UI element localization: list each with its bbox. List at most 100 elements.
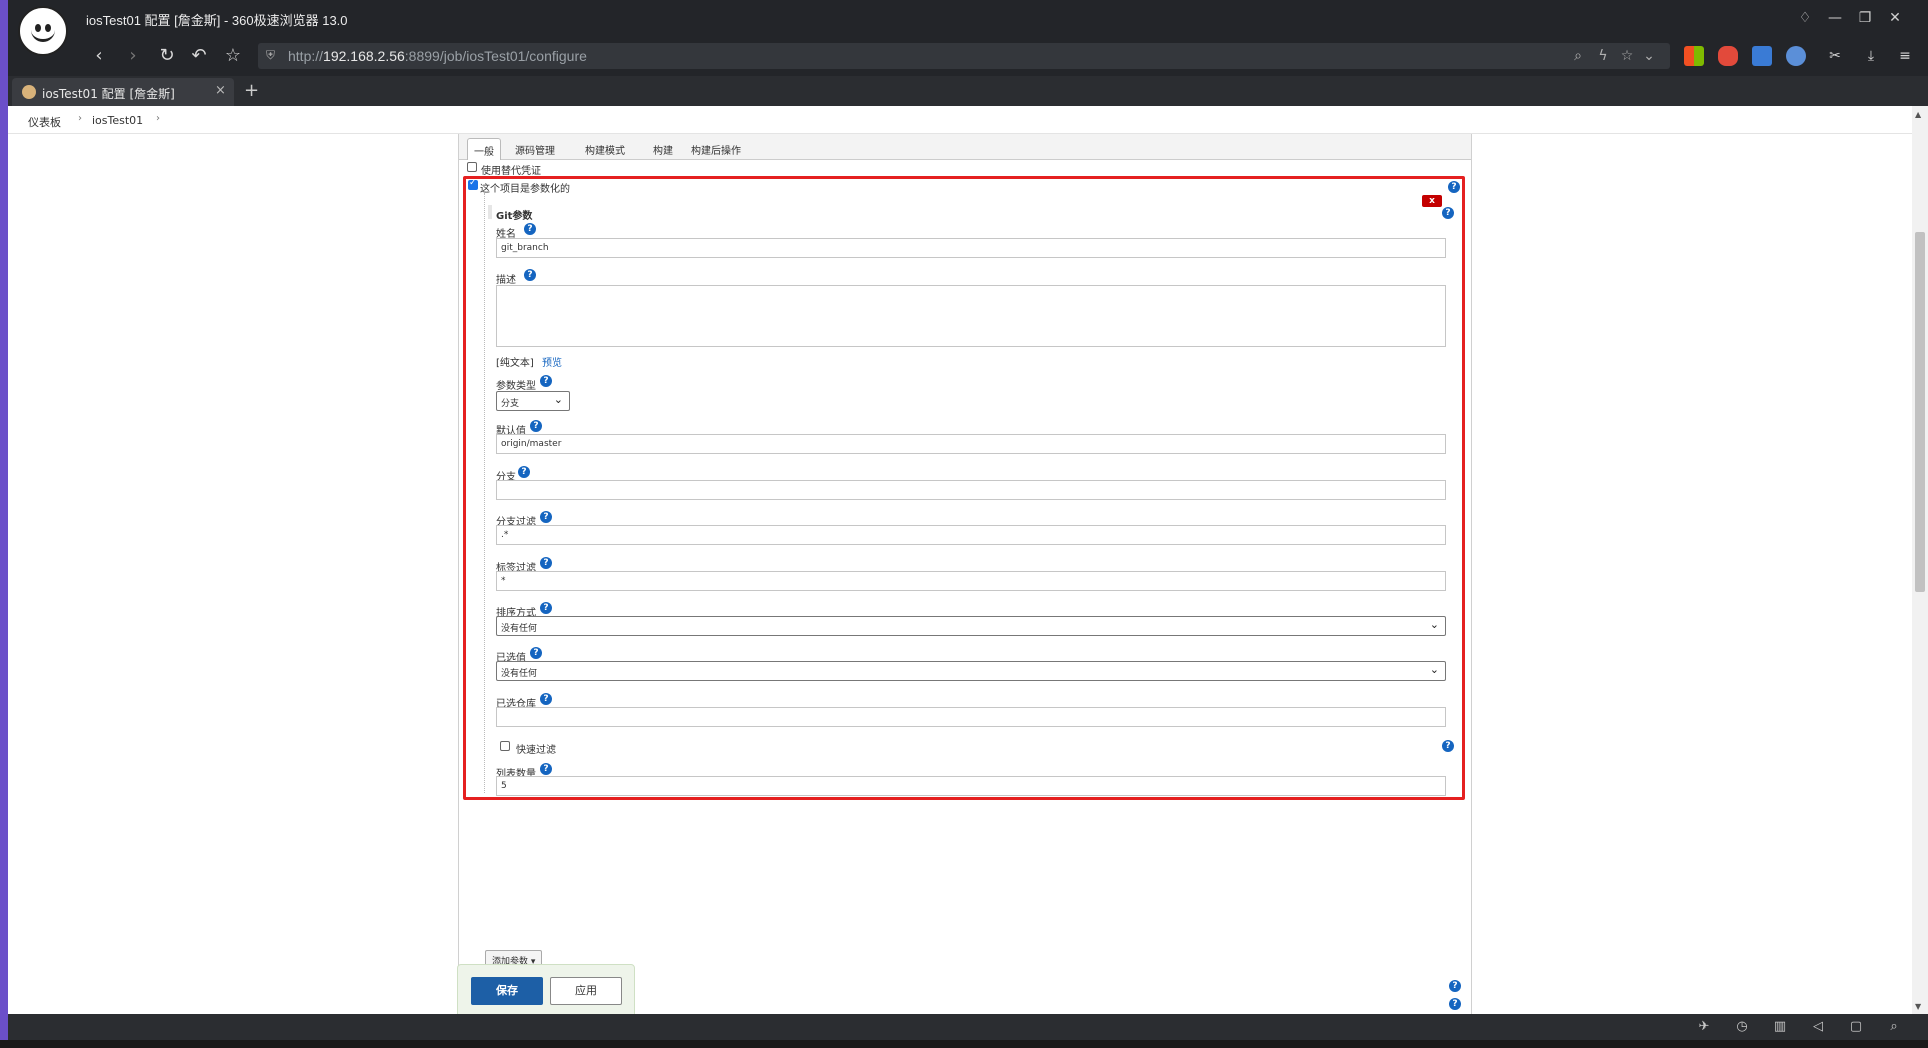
selected-repo-field[interactable] <box>496 707 1446 727</box>
help-icon[interactable]: ? <box>524 269 536 281</box>
help-icon[interactable]: ? <box>1449 980 1461 992</box>
tab-scm[interactable]: 源码管理 <box>509 138 561 160</box>
scroll-thumb[interactable] <box>1915 232 1925 592</box>
help-icon[interactable]: ? <box>540 602 552 614</box>
help-icon[interactable]: ? <box>524 223 536 235</box>
skin-icon[interactable]: ♢ <box>1794 8 1816 28</box>
back-icon[interactable]: ‹ <box>86 44 112 68</box>
browser-logo-icon[interactable] <box>18 6 68 56</box>
breadcrumb-dashboard[interactable]: 仪表板 <box>28 114 61 130</box>
breadcrumb-job[interactable]: iosTest01 <box>92 114 143 127</box>
scissors-icon[interactable]: ✂ <box>1822 44 1848 68</box>
help-icon[interactable]: ? <box>530 647 542 659</box>
apply-button[interactable]: 应用 <box>550 977 622 1005</box>
dropdown-icon[interactable]: ⌄ <box>1640 47 1658 65</box>
help-icon[interactable]: ? <box>540 511 552 523</box>
selected-value-select[interactable]: 没有任何 ⌄ <box>496 661 1446 681</box>
bookmark-star-icon[interactable]: ☆ <box>220 44 246 68</box>
help-icon[interactable]: ? <box>1442 740 1454 752</box>
close-window-icon[interactable]: ✕ <box>1884 8 1906 28</box>
help-icon[interactable]: ? <box>540 557 552 569</box>
quick-filter-label: 快速过滤 <box>516 745 556 756</box>
drag-handle-icon[interactable] <box>488 205 492 219</box>
save-button[interactable]: 保存 <box>471 977 543 1005</box>
breadcrumb-separator: › <box>156 113 160 124</box>
config-tabs: 一般 源码管理 构建模式 构建 构建后操作 <box>459 134 1471 160</box>
browser-statusbar: ✈ ◷ ▥ ◁ ▢ ⌕ <box>8 1014 1928 1040</box>
window-icon[interactable]: ▢ <box>1848 1019 1864 1035</box>
help-icon[interactable]: ? <box>540 763 552 775</box>
tab-build[interactable]: 构建 <box>647 138 679 160</box>
game-icon[interactable] <box>1718 46 1738 66</box>
preview-link[interactable]: 预览 <box>542 354 562 369</box>
help-icon[interactable]: ? <box>540 375 552 387</box>
branch-field[interactable] <box>496 480 1446 500</box>
clock-icon[interactable]: ◷ <box>1734 1019 1750 1035</box>
left-accent-strip <box>0 0 8 1048</box>
parameterized-checkbox[interactable] <box>468 178 478 190</box>
browser-titlebar: iosTest01 配置 [詹金斯] - 360极速浏览器 13.0 ♢ — ❐… <box>8 0 1928 56</box>
tab-build-triggers[interactable]: 构建模式 <box>579 138 631 160</box>
help-icon[interactable]: ? <box>1442 207 1454 219</box>
trash-icon[interactable]: ▥ <box>1772 1019 1788 1035</box>
search-icon[interactable]: ⌕ <box>1886 1019 1902 1035</box>
scroll-up-icon[interactable]: ▲ <box>1915 110 1921 119</box>
alt-credentials-checkbox[interactable] <box>467 162 477 172</box>
sort-mode-select[interactable]: 没有任何 ⌄ <box>496 616 1446 636</box>
tab-active[interactable]: iosTest01 配置 [詹金斯] × <box>12 78 234 106</box>
volume-icon[interactable]: ◁ <box>1810 1019 1826 1035</box>
breadcrumb-separator: › <box>78 113 82 124</box>
jenkins-favicon-icon <box>22 85 36 99</box>
tab-post-build[interactable]: 构建后操作 <box>685 138 747 160</box>
list-size-field[interactable]: 5 <box>496 776 1446 796</box>
zoom-search-icon[interactable]: ⌕ <box>1569 47 1587 65</box>
help-icon[interactable]: ? <box>540 693 552 705</box>
help-icon[interactable]: ? <box>1448 181 1460 193</box>
lightning-icon[interactable]: ϟ <box>1594 47 1612 65</box>
tab-strip: iosTest01 配置 [詹金斯] × + <box>8 76 1928 106</box>
param-block-guide <box>484 193 485 793</box>
menu-icon[interactable]: ≡ <box>1892 44 1918 68</box>
default-value-field[interactable]: origin/master <box>496 434 1446 454</box>
branch-filter-field[interactable]: .* <box>496 525 1446 545</box>
url-text[interactable]: http://192.168.2.56:8899/job/iosTest01/c… <box>288 48 587 64</box>
highlight-box: 这个项目是参数化的 ? Git参数 x ? 姓名 ? git_branch 描述… <box>463 176 1465 800</box>
page-content: 一般 源码管理 构建模式 构建 构建后操作 使用替代凭证 这个项目是参数化的 ?… <box>8 134 1912 1014</box>
description-textarea[interactable] <box>496 285 1446 347</box>
plain-text-label: [纯文本] <box>496 358 534 369</box>
rocket-icon[interactable]: ✈ <box>1696 1019 1712 1035</box>
new-tab-icon[interactable]: + <box>244 80 259 101</box>
name-field[interactable]: git_branch <box>496 238 1446 258</box>
help-icon[interactable]: ? <box>1449 998 1461 1010</box>
download-icon[interactable]: ⤓ <box>1858 44 1884 68</box>
action-bar: 保存 应用 <box>457 964 635 1014</box>
tag-filter-field[interactable]: * <box>496 571 1446 591</box>
forward-icon[interactable]: › <box>120 44 146 68</box>
address-bar[interactable]: ⛨ http://192.168.2.56:8899/job/iosTest01… <box>258 43 1670 69</box>
alt-credentials-label: 使用替代凭证 <box>481 166 541 177</box>
tab-general[interactable]: 一般 <box>467 138 501 160</box>
git-param-header: Git参数 <box>496 211 533 222</box>
parameterized-label: 这个项目是参数化的 <box>480 184 570 195</box>
help-icon[interactable]: ? <box>530 420 542 432</box>
apps-grid-icon[interactable] <box>1684 46 1704 66</box>
scroll-down-icon[interactable]: ▼ <box>1915 1002 1921 1011</box>
param-type-label: 参数类型 <box>496 381 536 392</box>
param-type-select[interactable]: 分支 ⌄ <box>496 391 570 411</box>
undo-icon[interactable]: ↶ <box>186 44 212 68</box>
favorite-icon[interactable]: ☆ <box>1618 47 1636 65</box>
minimize-icon[interactable]: — <box>1824 8 1846 28</box>
browser-extension-icon[interactable] <box>1786 46 1806 66</box>
tab-close-icon[interactable]: × <box>215 83 226 98</box>
extension-icon[interactable] <box>1752 46 1772 66</box>
restore-icon[interactable]: ❐ <box>1854 8 1876 28</box>
quick-filter-checkbox[interactable] <box>500 741 510 751</box>
chevron-down-icon: ⌄ <box>1429 618 1439 631</box>
help-icon[interactable]: ? <box>518 466 530 478</box>
page-scrollbar[interactable]: ▲ ▼ <box>1912 106 1928 1014</box>
config-panel: 一般 源码管理 构建模式 构建 构建后操作 使用替代凭证 这个项目是参数化的 ?… <box>457 134 1472 1014</box>
chevron-down-icon: ⌄ <box>1429 663 1439 676</box>
delete-param-button[interactable]: x <box>1422 195 1442 207</box>
browser-navbar: ‹ › ↻ ↶ ☆ ⛨ http://192.168.2.56:8899/job… <box>8 36 1928 76</box>
reload-icon[interactable]: ↻ <box>154 44 180 68</box>
